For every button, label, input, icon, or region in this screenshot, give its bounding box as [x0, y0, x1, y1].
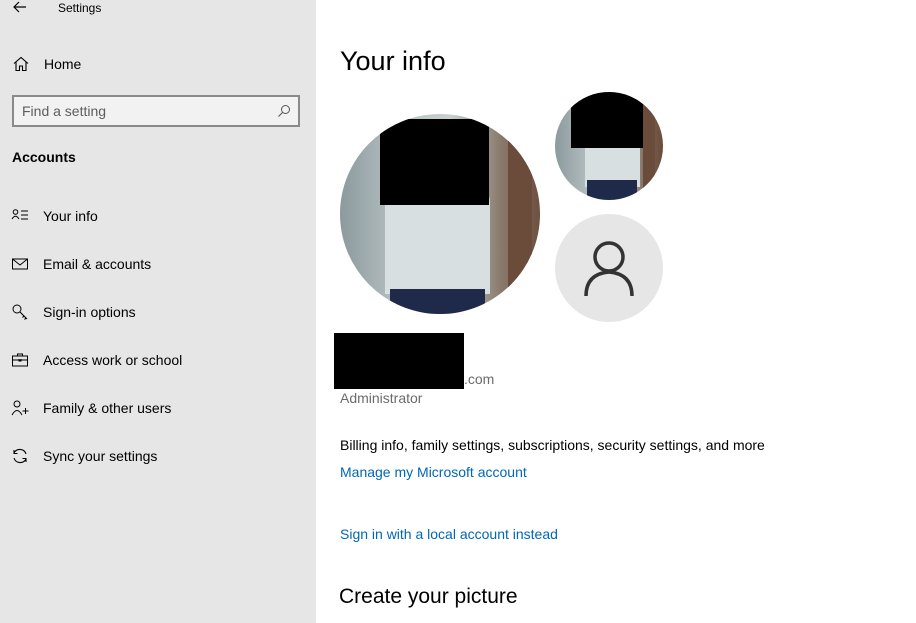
- local-account-link[interactable]: Sign in with a local account instead: [340, 526, 558, 542]
- main-content: Your info .com Administrator Billing inf…: [316, 0, 916, 623]
- back-button[interactable]: [10, 0, 30, 16]
- sidebar-item-email-accounts[interactable]: Email & accounts: [0, 247, 316, 281]
- sidebar-item-sign-in-options[interactable]: Sign-in options: [0, 295, 316, 329]
- sidebar-item-label: Your info: [43, 208, 98, 224]
- sync-icon: [11, 447, 29, 465]
- sidebar-item-access-work-school[interactable]: Access work or school: [0, 343, 316, 377]
- manage-account-link[interactable]: Manage my Microsoft account: [340, 464, 527, 480]
- sidebar-item-label: Sign-in options: [43, 304, 136, 320]
- recent-picture-thumbnail[interactable]: [555, 92, 663, 200]
- default-picture-option[interactable]: [555, 214, 663, 322]
- account-email: .com: [464, 371, 495, 387]
- account-role: Administrator: [340, 390, 423, 406]
- key-icon: [11, 303, 29, 321]
- add-person-icon: [11, 399, 29, 417]
- page-title: Your info: [340, 46, 446, 76]
- nav-home[interactable]: Home: [0, 50, 316, 78]
- sidebar-item-label: Access work or school: [43, 352, 183, 368]
- search-icon[interactable]: [277, 104, 291, 118]
- create-picture-heading: Create your picture: [339, 585, 518, 608]
- person-icon: [584, 241, 634, 297]
- mail-icon: [11, 255, 29, 273]
- current-account-picture: [340, 114, 540, 314]
- redaction-box: [380, 119, 489, 205]
- billing-description: Billing info, family settings, subscript…: [340, 437, 765, 453]
- back-arrow-icon: [13, 1, 26, 13]
- sidebar-item-label: Family & other users: [43, 400, 172, 416]
- sidebar-item-label: Email & accounts: [43, 256, 152, 272]
- sidebar-item-family-other-users[interactable]: Family & other users: [0, 391, 316, 425]
- contact-info-icon: [11, 207, 29, 225]
- briefcase-icon: [11, 351, 29, 369]
- section-title: Accounts: [12, 149, 76, 165]
- sidebar: Settings Home Accounts Your info: [0, 0, 316, 623]
- email-redaction-box: [334, 333, 464, 389]
- title-bar: Settings: [0, 0, 316, 18]
- redaction-box: [571, 92, 643, 148]
- sidebar-item-label: Sync your settings: [43, 448, 158, 464]
- home-icon: [12, 55, 30, 73]
- sidebar-item-sync-settings[interactable]: Sync your settings: [0, 439, 316, 473]
- search-box[interactable]: [12, 95, 300, 127]
- app-title: Settings: [58, 1, 102, 15]
- nav-home-label: Home: [44, 56, 82, 72]
- sidebar-item-your-info[interactable]: Your info: [0, 199, 316, 233]
- search-input[interactable]: [22, 102, 272, 120]
